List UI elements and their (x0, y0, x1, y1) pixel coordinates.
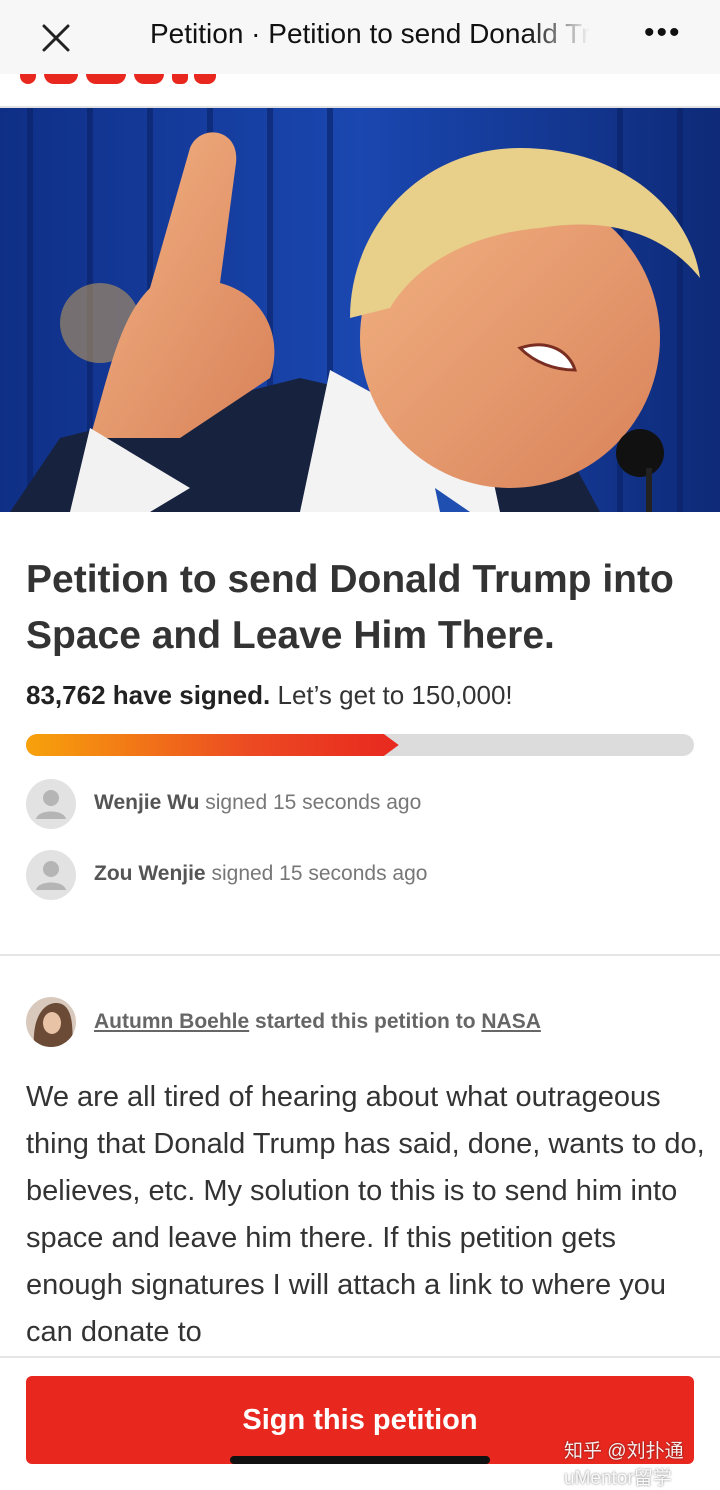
section-divider (0, 954, 720, 956)
site-header (0, 74, 720, 108)
starter-avatar (26, 997, 76, 1047)
petition-hero-image (0, 108, 720, 512)
photo-of-speaker-icon (0, 108, 720, 512)
watermark-text: 知乎 @刘扑通 (564, 1441, 684, 1462)
browser-top-bar: Petition · Petition to send Donald Trump… (0, 0, 720, 74)
signer-action: signed 15 seconds ago (211, 862, 428, 885)
starter-name-link[interactable]: Autumn Boehle (94, 1010, 249, 1033)
close-icon[interactable] (36, 18, 76, 58)
petition-description: We are all tired of hearing about what o… (26, 1081, 705, 1348)
signature-progress-fill (26, 734, 399, 756)
page-title: Petition · Petition to send Donald Trump… (150, 18, 590, 49)
avatar-placeholder-icon (26, 850, 76, 900)
site-logo[interactable] (18, 74, 218, 84)
signed-count: 83,762 have signed. (26, 680, 271, 710)
signature-count: 83,762 have signed. Let’s get to 150,000… (26, 680, 513, 711)
signer-action: signed 15 seconds ago (205, 791, 422, 814)
home-indicator (230, 1456, 490, 1464)
signer-name: Wenjie Wu (94, 791, 200, 814)
signer-name: Zou Wenjie (94, 862, 206, 885)
petition-starter: Autumn Boehle started this petition to N… (94, 1010, 541, 1034)
recent-signer: Wenjie Wu signed 15 seconds ago (26, 779, 706, 829)
recent-signer: Zou Wenjie signed 15 seconds ago (26, 850, 706, 900)
avatar-placeholder-icon (26, 779, 76, 829)
signature-goal: Let’s get to 150,000! (277, 680, 513, 710)
watermark: 知乎 @刘扑通 uMentor留学 (564, 1436, 684, 1490)
petition-target-link[interactable]: NASA (481, 1010, 541, 1033)
signer-text: Zou Wenjie signed 15 seconds ago (94, 862, 427, 886)
signer-text: Wenjie Wu signed 15 seconds ago (94, 791, 421, 815)
petition-title: Petition to send Donald Trump into Space… (26, 558, 674, 657)
signature-progress-bar (26, 734, 694, 756)
menu-icon[interactable] (676, 74, 704, 76)
starter-action: started this petition to (255, 1010, 476, 1033)
watermark-text-2: uMentor留学 (564, 1468, 672, 1489)
more-options-icon[interactable]: ••• (644, 18, 688, 52)
starter-photo-icon (26, 997, 76, 1047)
